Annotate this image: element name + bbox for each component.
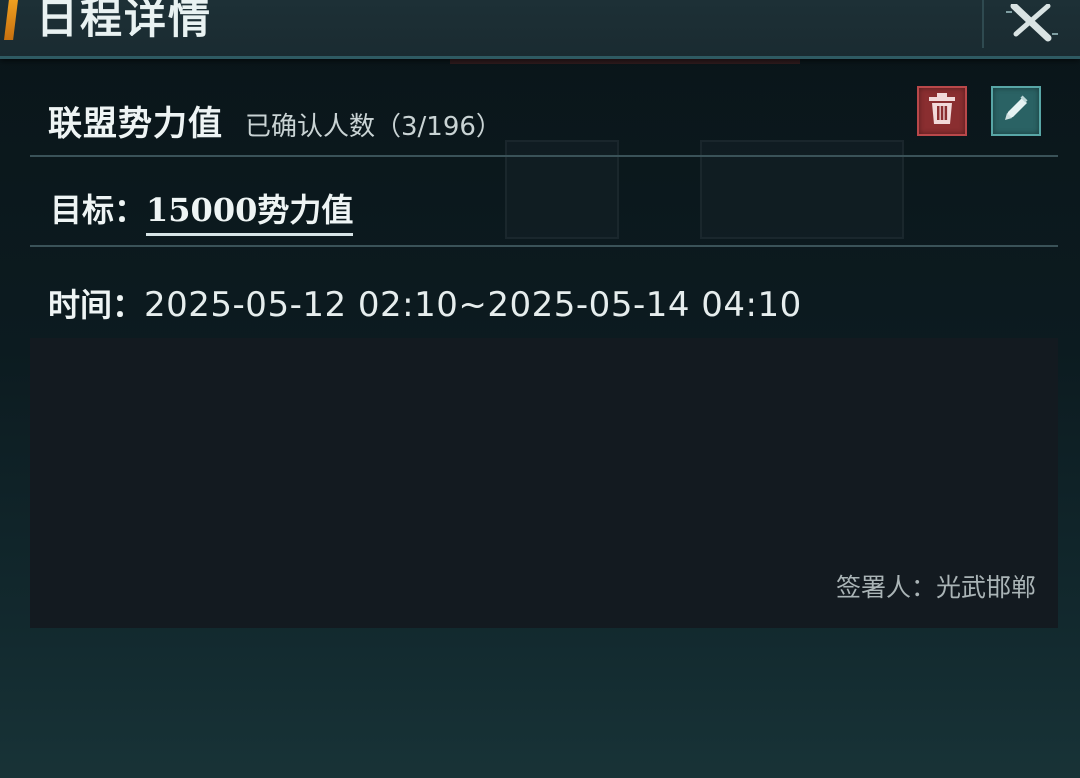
schedule-detail-screen: 日程详情 联盟势力值 已确认人数（3/196） 目标： 15000势力值 时间：… [0, 0, 1080, 778]
time-value: 2025-05-12 02:10~2025-05-14 04:10 [144, 285, 802, 325]
pencil-icon [1000, 93, 1032, 129]
time-row: 时间： 2025-05-12 02:10~2025-05-14 04:10 [48, 280, 802, 326]
goal-label: 目标： [50, 191, 147, 229]
page-title: 日程详情 [36, 0, 213, 43]
close-x-icon [1004, 4, 1060, 44]
goal-value-link[interactable]: 15000势力值 [146, 185, 354, 236]
event-name: 联盟势力值 [48, 104, 223, 144]
close-button[interactable] [982, 0, 1080, 48]
goal-row: 目标： 15000势力值 [50, 185, 354, 236]
confirmed-count: 已确认人数（3/196） [245, 112, 502, 142]
time-label: 时间： [48, 286, 145, 324]
description-panel: 签署人：光武邯郸 [30, 338, 1058, 628]
title-accent-stripe [4, 0, 18, 40]
edit-button[interactable] [991, 86, 1041, 136]
delete-button[interactable] [917, 86, 967, 136]
signer-text: 签署人：光武邯郸 [835, 573, 1036, 602]
event-header: 联盟势力值 已确认人数（3/196） [48, 96, 502, 146]
trash-icon [927, 93, 957, 129]
title-bar: 日程详情 [0, 0, 1080, 59]
divider [30, 155, 1058, 157]
divider [30, 245, 1058, 247]
